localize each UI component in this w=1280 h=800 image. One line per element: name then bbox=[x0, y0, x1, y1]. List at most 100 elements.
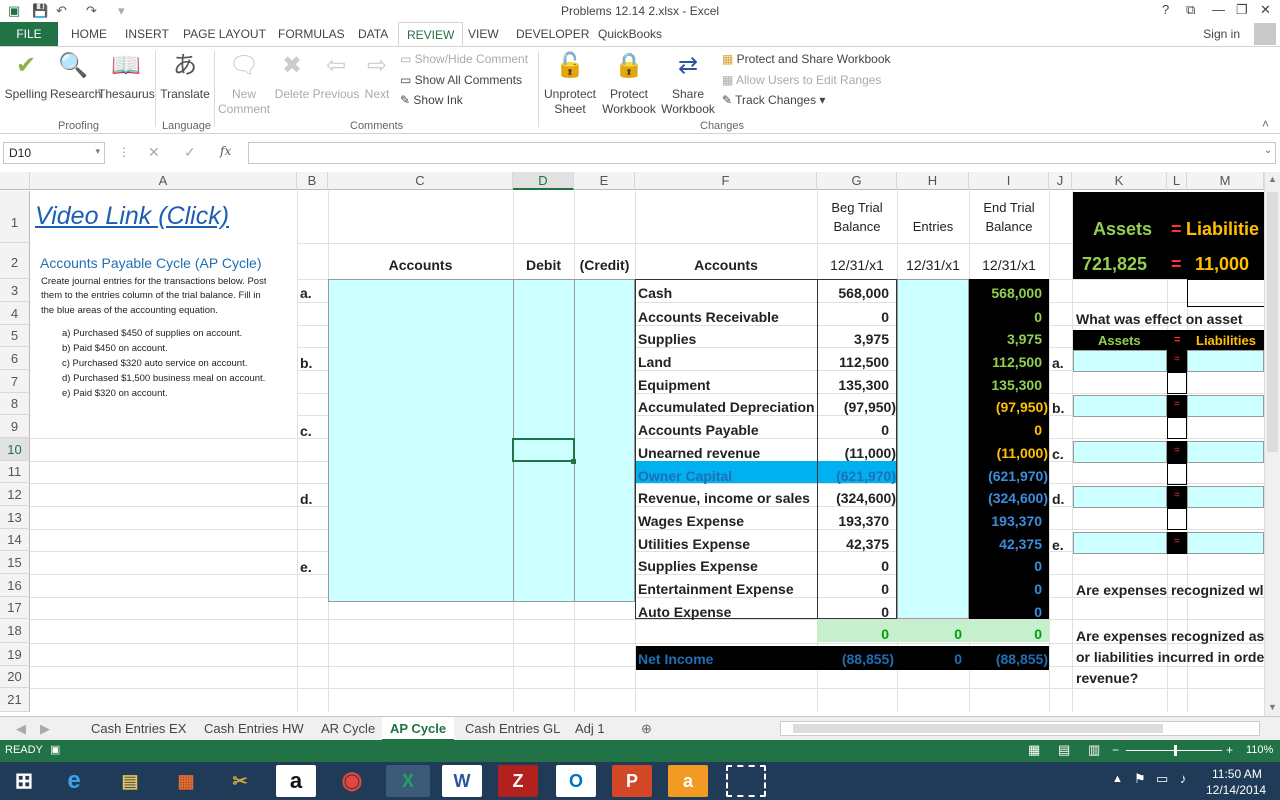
vertical-scrollbar[interactable]: ▲ ▼ bbox=[1264, 172, 1280, 716]
column-header-a[interactable]: A bbox=[30, 172, 297, 190]
delete-comment-button[interactable]: ✖ Delete bbox=[272, 51, 312, 102]
new-sheet-icon[interactable]: ⊕ bbox=[641, 721, 652, 737]
zoom-in-icon[interactable]: + bbox=[1226, 743, 1233, 757]
control-panel-icon[interactable]: ▦ bbox=[164, 765, 208, 797]
effect-liabilities-input-c[interactable] bbox=[1187, 441, 1264, 463]
tab-file[interactable]: FILE bbox=[0, 22, 58, 46]
tab-formulas[interactable]: FORMULAS bbox=[278, 27, 345, 41]
volume-icon[interactable]: ♪ bbox=[1180, 771, 1187, 786]
thesaurus-button[interactable]: 📖 Thesaurus bbox=[98, 51, 155, 102]
enter-icon[interactable]: ✓ bbox=[184, 144, 196, 161]
sheet-tab-cash-entries-ex[interactable]: Cash Entries EX bbox=[91, 721, 186, 736]
next-comment-button[interactable]: ⇨ Next bbox=[362, 51, 392, 102]
tab-review[interactable]: REVIEW bbox=[398, 22, 464, 48]
effect-assets-input-a[interactable] bbox=[1073, 350, 1167, 372]
excel-taskbar-icon[interactable]: X bbox=[386, 765, 430, 797]
row-header-4[interactable]: 4 bbox=[0, 302, 30, 325]
row-header-1[interactable]: 1 bbox=[0, 191, 30, 243]
select-all-corner[interactable] bbox=[0, 172, 30, 190]
row-header-17[interactable]: 17 bbox=[0, 597, 30, 619]
allow-users-button[interactable]: ▦ Allow Users to Edit Ranges bbox=[722, 73, 881, 87]
network-icon[interactable]: ▭ bbox=[1156, 771, 1168, 787]
column-header-k[interactable]: K bbox=[1072, 172, 1167, 190]
row-header-10[interactable]: 10 bbox=[0, 438, 30, 461]
close-button[interactable]: ✕ bbox=[1260, 2, 1271, 18]
formula-bar-splitter-icon[interactable]: ⋮ bbox=[118, 145, 130, 159]
row-header-13[interactable]: 13 bbox=[0, 506, 30, 529]
row-header-12[interactable]: 12 bbox=[0, 483, 30, 506]
row-header-6[interactable]: 6 bbox=[0, 347, 30, 370]
normal-view-icon[interactable]: ▦ bbox=[1028, 742, 1040, 758]
zoom-level[interactable]: 110% bbox=[1246, 744, 1273, 756]
unprotect-sheet-button[interactable]: 🔓 Unprotect Sheet bbox=[542, 51, 598, 117]
scroll-down-icon[interactable]: ▼ bbox=[1268, 702, 1277, 712]
page-break-view-icon[interactable]: ▥ bbox=[1088, 742, 1100, 758]
formula-input[interactable] bbox=[248, 142, 1276, 164]
internet-explorer-icon[interactable]: e bbox=[52, 765, 96, 797]
column-header-b[interactable]: B bbox=[297, 172, 328, 190]
file-explorer-icon[interactable]: ▤ bbox=[108, 765, 152, 797]
cancel-icon[interactable]: ✕ bbox=[148, 144, 160, 161]
word-taskbar-icon[interactable]: W bbox=[442, 765, 482, 797]
track-changes-button[interactable]: ✎ Track Changes ▾ bbox=[722, 93, 825, 107]
sign-in-link[interactable]: Sign in bbox=[1203, 27, 1240, 41]
entries-input-column[interactable] bbox=[897, 279, 969, 619]
effect-liabilities-input-e[interactable] bbox=[1187, 532, 1264, 554]
row-header-3[interactable]: 3 bbox=[0, 279, 30, 302]
effect-assets-input-c[interactable] bbox=[1073, 441, 1167, 463]
zoom-slider-thumb[interactable] bbox=[1174, 745, 1177, 756]
column-header-e[interactable]: E bbox=[574, 172, 635, 190]
protect-share-button[interactable]: ▦ Protect and Share Workbook bbox=[722, 52, 891, 66]
tab-view[interactable]: VIEW bbox=[468, 27, 499, 41]
maximize-button[interactable]: ❐ bbox=[1236, 2, 1248, 18]
row-header-14[interactable]: 14 bbox=[0, 529, 30, 551]
row-header-11[interactable]: 11 bbox=[0, 461, 30, 483]
amazon-seller-icon[interactable]: a bbox=[668, 765, 708, 797]
show-all-comments-button[interactable]: ▭ Show All Comments bbox=[400, 73, 522, 87]
column-header-l[interactable]: L bbox=[1167, 172, 1187, 190]
row-header-19[interactable]: 19 bbox=[0, 643, 30, 666]
column-header-c[interactable]: C bbox=[328, 172, 513, 190]
tab-home[interactable]: HOME bbox=[71, 27, 107, 41]
page-layout-view-icon[interactable]: ▤ bbox=[1058, 742, 1070, 758]
effect-liabilities-input-d[interactable] bbox=[1187, 486, 1264, 508]
worksheet-grid[interactable]: A B C D E F G H I J K L M 1 2 3 4 5 6 7 … bbox=[0, 172, 1264, 712]
row-header-16[interactable]: 16 bbox=[0, 574, 30, 597]
new-comment-button[interactable]: 🗨 New Comment bbox=[216, 51, 272, 117]
effect-liabilities-input-a[interactable] bbox=[1187, 350, 1264, 372]
clock-date[interactable]: 12/14/2014 bbox=[1206, 783, 1266, 797]
outlook-icon[interactable]: O bbox=[556, 765, 596, 797]
scroll-tabs-right-icon[interactable]: ▶ bbox=[40, 721, 50, 737]
horizontal-scroll-thumb[interactable] bbox=[793, 724, 1163, 733]
name-box[interactable]: D10 ▾ bbox=[3, 142, 105, 164]
avatar[interactable] bbox=[1254, 23, 1276, 45]
spelling-button[interactable]: ✔ Spelling bbox=[4, 51, 48, 102]
snipping-tool-icon[interactable] bbox=[726, 765, 766, 797]
chrome-icon[interactable]: ◉ bbox=[330, 765, 374, 797]
column-header-i[interactable]: I bbox=[969, 172, 1049, 190]
row-header-21[interactable]: 21 bbox=[0, 688, 30, 712]
column-header-f[interactable]: F bbox=[635, 172, 817, 190]
row-header-18[interactable]: 18 bbox=[0, 619, 30, 643]
collapse-ribbon-icon[interactable]: ˄ bbox=[1262, 117, 1269, 131]
name-box-dropdown-icon[interactable]: ▾ bbox=[95, 146, 100, 157]
minimize-button[interactable]: — bbox=[1212, 2, 1225, 17]
vertical-scroll-thumb[interactable] bbox=[1267, 192, 1278, 452]
row-header-9[interactable]: 9 bbox=[0, 415, 30, 438]
tray-expand-icon[interactable]: ▲ bbox=[1112, 773, 1123, 785]
help-button[interactable]: ? bbox=[1162, 2, 1169, 17]
tools-icon[interactable]: ✂ bbox=[218, 765, 262, 797]
protect-workbook-button[interactable]: 🔒 Protect Workbook bbox=[600, 51, 658, 117]
row-header-2[interactable]: 2 bbox=[0, 243, 30, 279]
zoom-out-icon[interactable]: − bbox=[1112, 743, 1119, 757]
research-button[interactable]: 🔍 Research bbox=[50, 51, 101, 102]
column-header-j[interactable]: J bbox=[1049, 172, 1072, 190]
row-header-8[interactable]: 8 bbox=[0, 393, 30, 415]
scroll-up-icon[interactable]: ▲ bbox=[1268, 174, 1277, 184]
filezilla-icon[interactable]: Z bbox=[498, 765, 538, 797]
sheet-tab-ap-cycle[interactable]: AP Cycle bbox=[382, 717, 455, 741]
row-header-7[interactable]: 7 bbox=[0, 370, 30, 393]
tab-quickbooks[interactable]: QuickBooks bbox=[598, 27, 662, 41]
share-workbook-button[interactable]: ⇄ Share Workbook bbox=[658, 51, 718, 117]
row-header-15[interactable]: 15 bbox=[0, 551, 30, 574]
